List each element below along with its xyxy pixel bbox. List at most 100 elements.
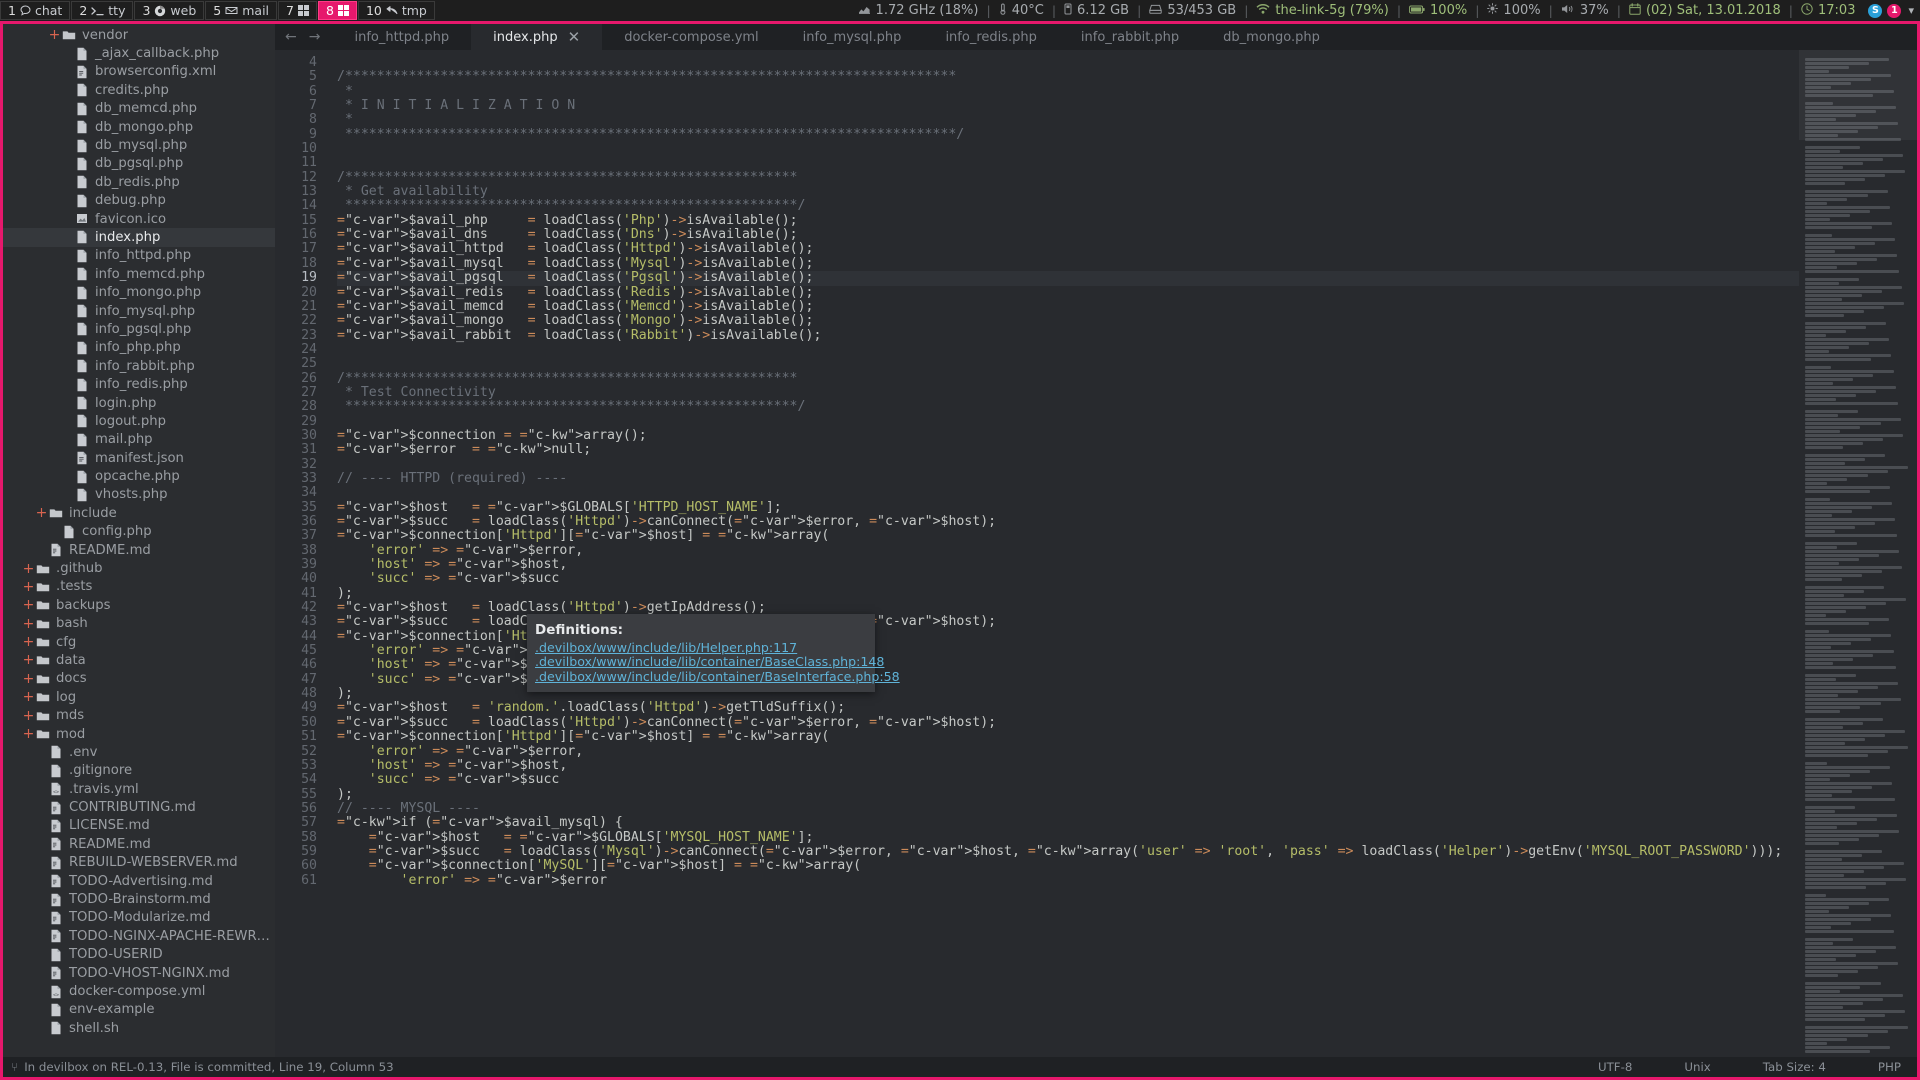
code-line[interactable]: ="c-kw">if (="c-var">$avail_mysql) { [337, 815, 1799, 830]
code-line[interactable]: ="c-var">$avail_memcd = loadClass('Memcd… [337, 299, 1799, 314]
tree-file-info-redis-php[interactable]: +info_redis.php [3, 375, 275, 393]
status-unix[interactable]: Unix [1658, 1060, 1736, 1074]
code-line[interactable]: ="c-var">$avail_pgsql = loadClass('Pgsql… [337, 270, 1799, 286]
tray-item-calendar[interactable]: (02) Sat, 13.01.2018 [1621, 2, 1789, 19]
code-line[interactable]: ="c-var">$error = ="c-kw">null; [337, 442, 1799, 457]
tree-folder-cfg[interactable]: + cfg [3, 633, 275, 651]
code-line[interactable]: 'succ' => ="c-var">$succ [337, 572, 1799, 587]
tree-file-shell-sh[interactable]: +shell.sh [3, 1019, 275, 1037]
tree-folder-github[interactable]: + .github [3, 559, 275, 577]
code-line[interactable]: ="c-var">$host = ="c-var">$GLOBALS['MYSQ… [337, 830, 1799, 845]
tree-folder-mod[interactable]: + mod [3, 725, 275, 743]
code-line[interactable]: ****************************************… [337, 199, 1799, 213]
code-line[interactable]: ="c-var">$avail_php = loadClass('Php')->… [337, 213, 1799, 228]
tree-file-info-memcd-php[interactable]: +info_memcd.php [3, 265, 275, 283]
file-tree-sidebar[interactable]: +vendor+_ajax_callback.php+browserconfig… [3, 24, 275, 1057]
code-line[interactable]: 'error' => ="c-var">$error [337, 873, 1799, 888]
tree-file-travis-yml[interactable]: +<>.travis.yml [3, 780, 275, 798]
code-line[interactable]: ****************************************… [337, 127, 1799, 142]
expand-plus-icon[interactable]: + [22, 708, 35, 724]
tree-file-db-mongo-php[interactable]: +db_mongo.php [3, 118, 275, 136]
code-line[interactable] [337, 415, 1799, 429]
code-line[interactable] [337, 486, 1799, 500]
tab-nav-arrows[interactable]: ← → [275, 24, 332, 50]
code-line[interactable]: ="c-var">$connection['Httpd'][="c-var">$… [337, 528, 1799, 543]
tree-file-gitignore[interactable]: +.gitignore [3, 762, 275, 780]
workspace-button-5[interactable]: 5 mail [205, 1, 278, 20]
tree-file-info-mysql-php[interactable]: +info_mysql.php [3, 302, 275, 320]
definition-link[interactable]: .devilbox/www/include/lib/container/Base… [535, 669, 900, 684]
tree-file-todo-brainstorm-md[interactable]: +TODO-Brainstorm.md [3, 890, 275, 908]
code-line[interactable]: ****************************************… [337, 400, 1799, 414]
workspace-button-8[interactable]: 8 [317, 1, 357, 20]
expand-plus-icon[interactable]: + [22, 671, 35, 687]
code-line[interactable]: ="c-var">$avail_dns = loadClass('Dns')->… [337, 227, 1799, 242]
code-line[interactable]: ="c-var">$connection['Httpd'][="c-var">$… [337, 729, 1799, 744]
code-line[interactable]: * [337, 84, 1799, 99]
code-line[interactable]: /***************************************… [337, 371, 1799, 386]
tree-folder-vendor[interactable]: + vendor [3, 26, 275, 44]
tree-file-logout-php[interactable]: +logout.php [3, 412, 275, 430]
tree-folder-docs[interactable]: + docs [3, 670, 275, 688]
tree-file-docker-compose-yml[interactable]: +<>docker-compose.yml [3, 982, 275, 1000]
tray-item-wifi[interactable]: the-link-5g (79%) [1248, 3, 1396, 18]
expand-plus-icon[interactable]: + [22, 597, 35, 613]
code-line[interactable]: ="c-var">$avail_redis = loadClass('Redis… [337, 285, 1799, 300]
tree-file-readme-md[interactable]: +README.md [3, 835, 275, 853]
expand-plus-icon[interactable]: + [22, 634, 35, 650]
tree-file-info-pgsql-php[interactable]: +info_pgsql.php [3, 320, 275, 338]
code-editor[interactable]: /***************************************… [327, 50, 1799, 1057]
tree-file-db-mysql-php[interactable]: +db_mysql.php [3, 136, 275, 154]
status-php[interactable]: PHP [1852, 1060, 1907, 1074]
code-line[interactable]: ); [337, 586, 1799, 601]
tree-file-contributing-md[interactable]: +CONTRIBUTING.md [3, 798, 275, 816]
code-line[interactable] [337, 56, 1799, 70]
expand-plus-icon[interactable]: + [22, 726, 35, 742]
definition-link[interactable]: .devilbox/www/include/lib/container/Base… [535, 654, 884, 669]
tree-folder-tests[interactable]: + .tests [3, 578, 275, 596]
tray-item-brightness[interactable]: 100% [1479, 3, 1548, 18]
tree-file-env-example[interactable]: +env-example [3, 1001, 275, 1019]
expand-plus-icon[interactable]: + [22, 561, 35, 577]
tray-item-cpu-chart[interactable]: 1.72 GHz (18%) [850, 3, 987, 18]
tab-info-rabbit-php[interactable]: info_rabbit.php [1058, 24, 1202, 50]
code-line[interactable]: ="c-var">$avail_mongo = loadClass('Mongo… [337, 313, 1799, 328]
tab-info-mysql-php[interactable]: info_mysql.php [780, 24, 924, 50]
tab-index-php[interactable]: index.php ✕ [471, 24, 603, 50]
code-line[interactable]: ="c-var">$connection = ="c-kw">array(); [337, 428, 1799, 443]
workspace-button-1[interactable]: 1 chat [0, 1, 71, 20]
status-tab-size-4[interactable]: Tab Size: 4 [1737, 1060, 1852, 1074]
code-line[interactable]: 'succ' => ="c-var">$succ [337, 772, 1799, 787]
code-line[interactable]: ="c-var">$avail_mysql = loadClass('Mysql… [337, 256, 1799, 271]
tray-chevron-down-icon[interactable]: ▾ [1908, 4, 1914, 17]
workspace-button-7[interactable]: 7 [278, 1, 317, 20]
tray-item-memory[interactable]: 6.12 GB [1056, 3, 1137, 19]
code-line[interactable]: 'host' => ="c-var">$host, [337, 557, 1799, 572]
code-line[interactable]: ="c-var">$avail_httpd = loadClass('Httpd… [337, 242, 1799, 257]
code-line[interactable]: // ---- HTTPD (required) ---- [337, 471, 1799, 486]
tree-file-opcache-php[interactable]: +opcache.php [3, 467, 275, 485]
code-line[interactable]: * Test Connectivity [337, 385, 1799, 400]
expand-plus-icon[interactable]: + [22, 689, 35, 705]
code-line[interactable] [337, 142, 1799, 156]
code-line[interactable] [337, 156, 1799, 170]
tree-file-info-rabbit-php[interactable]: +info_rabbit.php [3, 357, 275, 375]
code-line[interactable]: ="c-var">$connection['MySQL'][="c-var">$… [337, 858, 1799, 873]
tree-file-vhosts-php[interactable]: +vhosts.php [3, 486, 275, 504]
code-line[interactable]: /***************************************… [337, 70, 1799, 84]
tree-folder-data[interactable]: + data [3, 651, 275, 669]
tree-file-db-redis-php[interactable]: +db_redis.php [3, 173, 275, 191]
code-line[interactable]: ="c-var">$succ = loadClass('Httpd')->can… [337, 715, 1799, 730]
tree-file-rebuild-webserver-md[interactable]: +REBUILD-WEBSERVER.md [3, 854, 275, 872]
close-icon[interactable]: ✕ [568, 29, 581, 45]
tree-file-todo-vhost-nginx-md[interactable]: +TODO-VHOST-NGINX.md [3, 964, 275, 982]
tree-folder-log[interactable]: + log [3, 688, 275, 706]
tray-item-thermometer[interactable]: 40°C [991, 3, 1052, 19]
tab-db-mongo-php[interactable]: db_mongo.php [1201, 24, 1342, 50]
code-line[interactable]: ="c-var">$avail_rabbit = loadClass('Rabb… [337, 328, 1799, 343]
tree-file-readme-md[interactable]: +README.md [3, 541, 275, 559]
code-line[interactable]: ="c-var">$succ = loadClass('Mysql')->can… [337, 844, 1799, 859]
tree-file-todo-advertising-md[interactable]: +TODO-Advertising.md [3, 872, 275, 890]
tree-file-todo-nginx-apache-rewrite-md[interactable]: +TODO-NGINX-APACHE-REWRITE.md [3, 927, 275, 945]
tree-folder-include[interactable]: + include [3, 504, 275, 522]
